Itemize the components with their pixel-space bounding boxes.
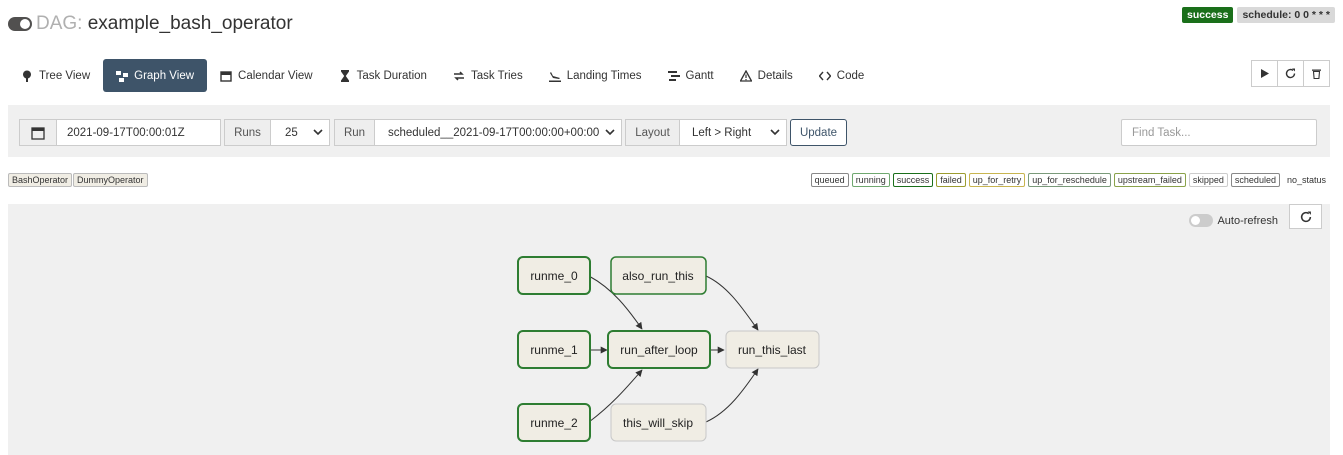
page-title: DAG: example_bash_operator <box>36 12 293 36</box>
state-running[interactable]: running <box>851 173 890 187</box>
runs-label: Runs <box>224 119 271 146</box>
tab-code[interactable]: Code <box>806 59 878 92</box>
dag-node-runme-1[interactable]: runme_1 <box>517 330 591 369</box>
refresh-dag-button[interactable] <box>1277 60 1304 87</box>
date-picker-button[interactable] <box>19 119 57 146</box>
refresh-icon <box>1285 68 1296 79</box>
graph-icon <box>116 70 129 82</box>
state-skipped[interactable]: skipped <box>1188 173 1228 187</box>
node-label-this-will-skip: this_will_skip <box>623 416 693 430</box>
node-label-runme-0: runme_0 <box>530 269 578 283</box>
tab-task-duration[interactable]: Task Duration <box>326 59 440 92</box>
layout-select-value: Left > Right <box>692 126 752 139</box>
runs-select[interactable]: 25 <box>270 119 330 146</box>
tab-details-label: Details <box>757 69 793 82</box>
graph-refresh-button[interactable] <box>1289 204 1322 229</box>
chevron-down-icon <box>770 129 780 136</box>
run-select[interactable]: scheduled__2021-09-17T00:00:00+00:00 <box>374 119 622 146</box>
warning-triangle-icon <box>739 69 752 82</box>
dag-graph[interactable]: runme_0 runme_1 runme_2 also_run_this ru… <box>8 204 1330 455</box>
landing-plane-icon <box>548 70 561 82</box>
tab-task-duration-label: Task Duration <box>356 69 427 82</box>
chevron-down-icon <box>313 129 323 136</box>
operator-tag-dummy[interactable]: DummyOperator <box>73 173 148 187</box>
run-label: Run <box>334 119 375 146</box>
tab-code-label: Code <box>836 69 865 82</box>
node-label-run-after-loop: run_after_loop <box>620 343 698 357</box>
tab-landing-times-label: Landing Times <box>566 69 642 82</box>
update-button[interactable]: Update <box>790 119 847 146</box>
edge-this-will-skip-run-this-last <box>705 368 759 423</box>
chevron-down-icon <box>605 129 615 136</box>
trash-icon <box>1312 69 1321 79</box>
graph-controls: 2021-09-17T00:00:01Z Runs 25 Run schedul… <box>8 105 1330 157</box>
tab-graph-view-label: Graph View <box>134 69 195 82</box>
dag-node-run-after-loop[interactable]: run_after_loop <box>607 330 711 369</box>
edge-also-run-this-run-this-last <box>705 275 759 331</box>
state-upstream-failed[interactable]: upstream_failed <box>1113 173 1186 187</box>
calendar-icon <box>220 70 232 82</box>
tab-calendar-view-label: Calendar View <box>238 69 313 82</box>
dag-actions <box>1251 60 1330 87</box>
node-label-run-this-last: run_this_last <box>738 343 807 357</box>
tab-tree-view-label: Tree View <box>39 69 91 82</box>
dag-badges: success schedule: 0 0 * * * <box>1182 7 1335 23</box>
gantt-bars-icon <box>667 70 680 82</box>
refresh-icon <box>1300 211 1311 222</box>
view-nav: Tree View Graph View Calendar View Task … <box>8 59 877 92</box>
state-failed[interactable]: failed <box>936 173 966 187</box>
dag-node-run-this-last[interactable]: run_this_last <box>725 330 820 369</box>
dag-node-this-will-skip[interactable]: this_will_skip <box>610 403 707 442</box>
auto-refresh-control[interactable]: Auto-refresh <box>1189 214 1278 227</box>
run-select-value: scheduled__2021-09-17T00:00:00+00:00 <box>388 126 600 139</box>
auto-refresh-label: Auto-refresh <box>1217 214 1278 227</box>
tab-gantt-label: Gantt <box>685 69 714 82</box>
state-scheduled[interactable]: scheduled <box>1230 173 1280 187</box>
dag-node-runme-0[interactable]: runme_0 <box>517 256 591 295</box>
tree-icon <box>21 70 33 82</box>
tab-gantt[interactable]: Gantt <box>655 59 727 92</box>
state-no-status[interactable]: no_status <box>1282 173 1330 187</box>
dag-node-runme-2[interactable]: runme_2 <box>517 403 591 442</box>
state-success[interactable]: success <box>892 173 934 187</box>
tab-landing-times[interactable]: Landing Times <box>536 59 655 92</box>
dag-pause-toggle[interactable] <box>8 17 32 31</box>
operator-tag-bash[interactable]: BashOperator <box>8 173 73 187</box>
code-icon <box>818 70 831 82</box>
state-up-for-retry[interactable]: up_for_retry <box>968 173 1026 187</box>
retry-arrows-icon <box>453 70 465 82</box>
find-task-input[interactable]: Find Task... <box>1121 119 1317 146</box>
runs-select-value: 25 <box>285 126 298 139</box>
state-up-for-reschedule[interactable]: up_for_reschedule <box>1028 173 1111 187</box>
dag-title-prefix: DAG: <box>36 13 83 34</box>
base-date-input[interactable]: 2021-09-17T00:00:01Z <box>56 119 221 146</box>
state-legend: queued running success failed up_for_ret… <box>810 173 1330 187</box>
graph-canvas: runme_0 runme_1 runme_2 also_run_this ru… <box>8 204 1330 455</box>
layout-select[interactable]: Left > Right <box>679 119 787 146</box>
node-label-also-run-this: also_run_this <box>622 269 693 283</box>
dag-node-also-run-this[interactable]: also_run_this <box>610 256 707 295</box>
trigger-dag-button[interactable] <box>1251 60 1278 87</box>
tab-details[interactable]: Details <box>727 59 806 92</box>
auto-refresh-toggle[interactable] <box>1189 214 1214 227</box>
play-icon <box>1261 69 1269 78</box>
layout-label: Layout <box>625 119 680 146</box>
tab-graph-view[interactable]: Graph View <box>103 59 208 92</box>
schedule-badge: schedule: 0 0 * * * <box>1237 7 1335 23</box>
node-label-runme-1: runme_1 <box>530 343 578 357</box>
tab-tree-view[interactable]: Tree View <box>8 59 103 92</box>
tab-task-tries-label: Task Tries <box>470 69 523 82</box>
delete-dag-button[interactable] <box>1303 60 1330 87</box>
tab-task-tries[interactable]: Task Tries <box>440 59 536 92</box>
state-queued[interactable]: queued <box>810 173 849 187</box>
tab-calendar-view[interactable]: Calendar View <box>207 59 326 92</box>
dag-id: example_bash_operator <box>87 13 293 34</box>
node-label-runme-2: runme_2 <box>530 416 578 430</box>
status-badge: success <box>1182 7 1234 23</box>
dag-header: DAG: example_bash_operator success sched… <box>8 7 1335 38</box>
calendar-icon <box>31 126 45 140</box>
hourglass-icon <box>339 69 351 82</box>
